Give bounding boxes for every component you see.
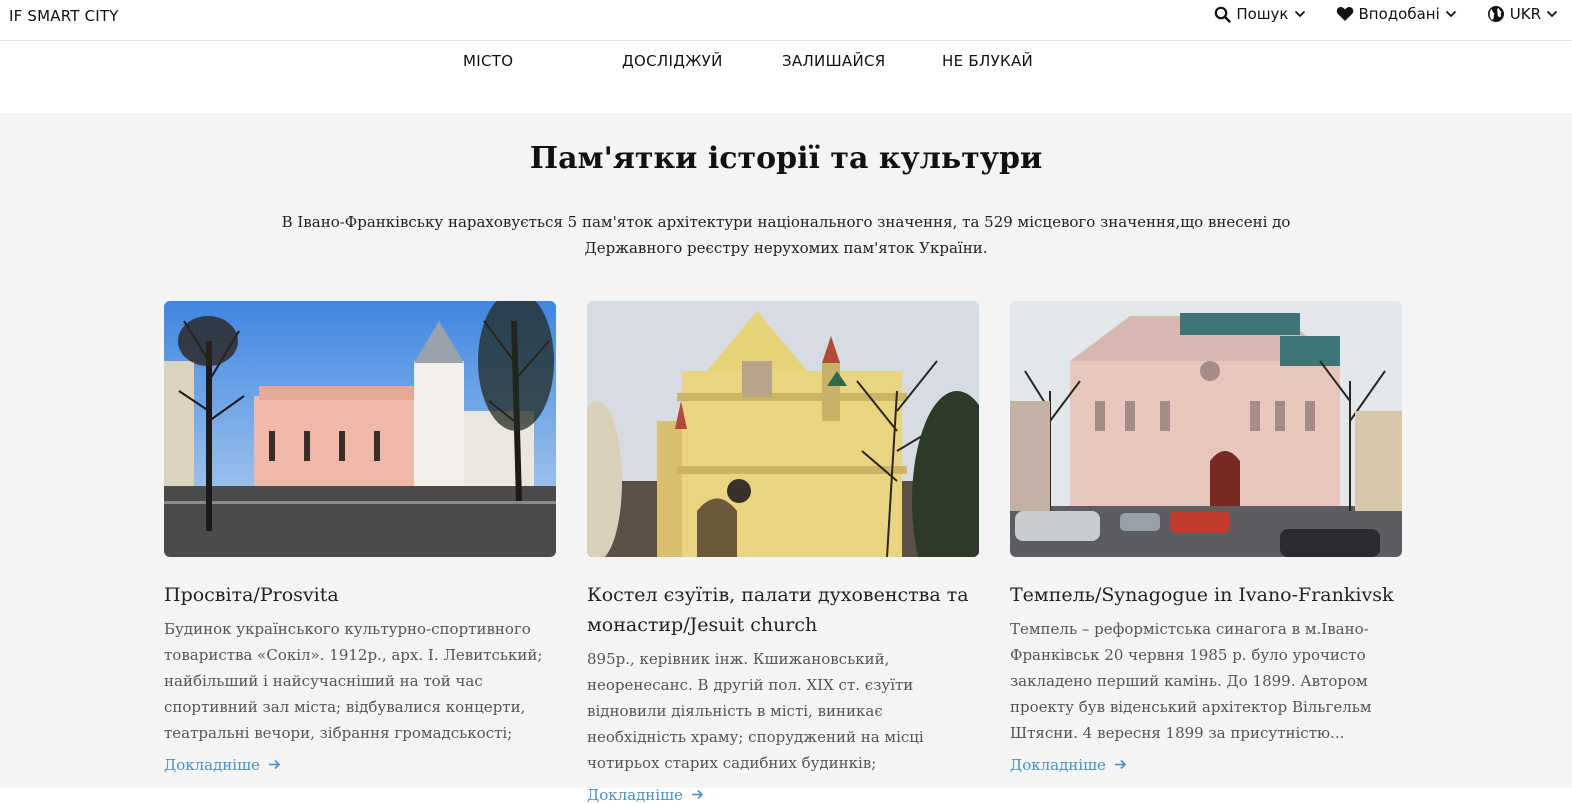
card-title[interactable]: Просвіта/Prosvita (164, 580, 556, 610)
nav-item-stay[interactable]: ЗАЛИШАЙСЯ (782, 52, 886, 70)
more-link[interactable]: Докладніше (164, 756, 281, 774)
card-description: 895р., керівник інж. Кшижановський, неор… (587, 650, 924, 772)
card-synagogue: Темпель/Synagogue in Ivano-Frankivsk Тем… (1010, 301, 1402, 774)
more-link-label: Докладніше (1010, 756, 1106, 774)
section-title: Пам'ятки історії та культури (529, 141, 1043, 176)
section-description: В Івано-Франківську нараховується 5 пам'… (281, 213, 1291, 257)
brand-logo[interactable]: IF SMART CITY (9, 7, 119, 25)
card-image-prosvita[interactable] (164, 301, 556, 557)
more-link-label: Докладніше (587, 786, 683, 804)
nav-item-dont-get-lost[interactable]: НЕ БЛУКАЙ (942, 52, 1033, 70)
top-actions: Пошук Вподобані UKR (1214, 5, 1558, 23)
card-prosvita: Просвіта/Prosvita Будинок українського к… (164, 301, 556, 774)
card-image-synagogue[interactable] (1010, 301, 1402, 557)
search-icon (1214, 6, 1232, 23)
chevron-down-icon (1294, 10, 1306, 18)
card-description: Темпель – реформістська синагога в м.Іва… (1010, 620, 1372, 742)
main-nav: МІСТО ДОСЛІДЖУЙ ЗАЛИШАЙСЯ НЕ БЛУКАЙ (0, 41, 1572, 113)
heart-icon (1336, 6, 1354, 22)
language-label: UKR (1509, 5, 1541, 23)
card-description: Будинок українського культурно-спортивно… (164, 620, 543, 742)
more-link-label: Докладніше (164, 756, 260, 774)
card-jesuit-church: Костел єзуїтів, палати духовенства та мо… (587, 301, 979, 804)
chevron-down-icon (1546, 10, 1558, 18)
card-title[interactable]: Костел єзуїтів, палати духовенства та мо… (587, 580, 979, 640)
favorites-button[interactable]: Вподобані (1336, 5, 1457, 23)
arrow-right-icon (691, 786, 704, 804)
monuments-section: Пам'ятки історії та культури В Івано-Фра… (0, 113, 1572, 804)
search-label: Пошук (1236, 5, 1289, 23)
top-bar: IF SMART CITY Пошук Вподобані UKR (0, 0, 1572, 41)
more-link[interactable]: Докладніше (587, 786, 704, 804)
globe-icon (1487, 5, 1505, 23)
nav-item-city[interactable]: МІСТО (463, 52, 513, 70)
favorites-label: Вподобані (1358, 5, 1440, 23)
chevron-down-icon (1445, 10, 1457, 18)
arrow-right-icon (268, 756, 281, 774)
search-button[interactable]: Пошук (1214, 5, 1305, 23)
card-title[interactable]: Темпель/Synagogue in Ivano-Frankivsk (1010, 580, 1402, 610)
arrow-right-icon (1114, 756, 1127, 774)
language-selector[interactable]: UKR (1487, 5, 1558, 23)
card-image-jesuit-church[interactable] (587, 301, 979, 557)
nav-item-explore[interactable]: ДОСЛІДЖУЙ (622, 52, 723, 70)
more-link[interactable]: Докладніше (1010, 756, 1127, 774)
